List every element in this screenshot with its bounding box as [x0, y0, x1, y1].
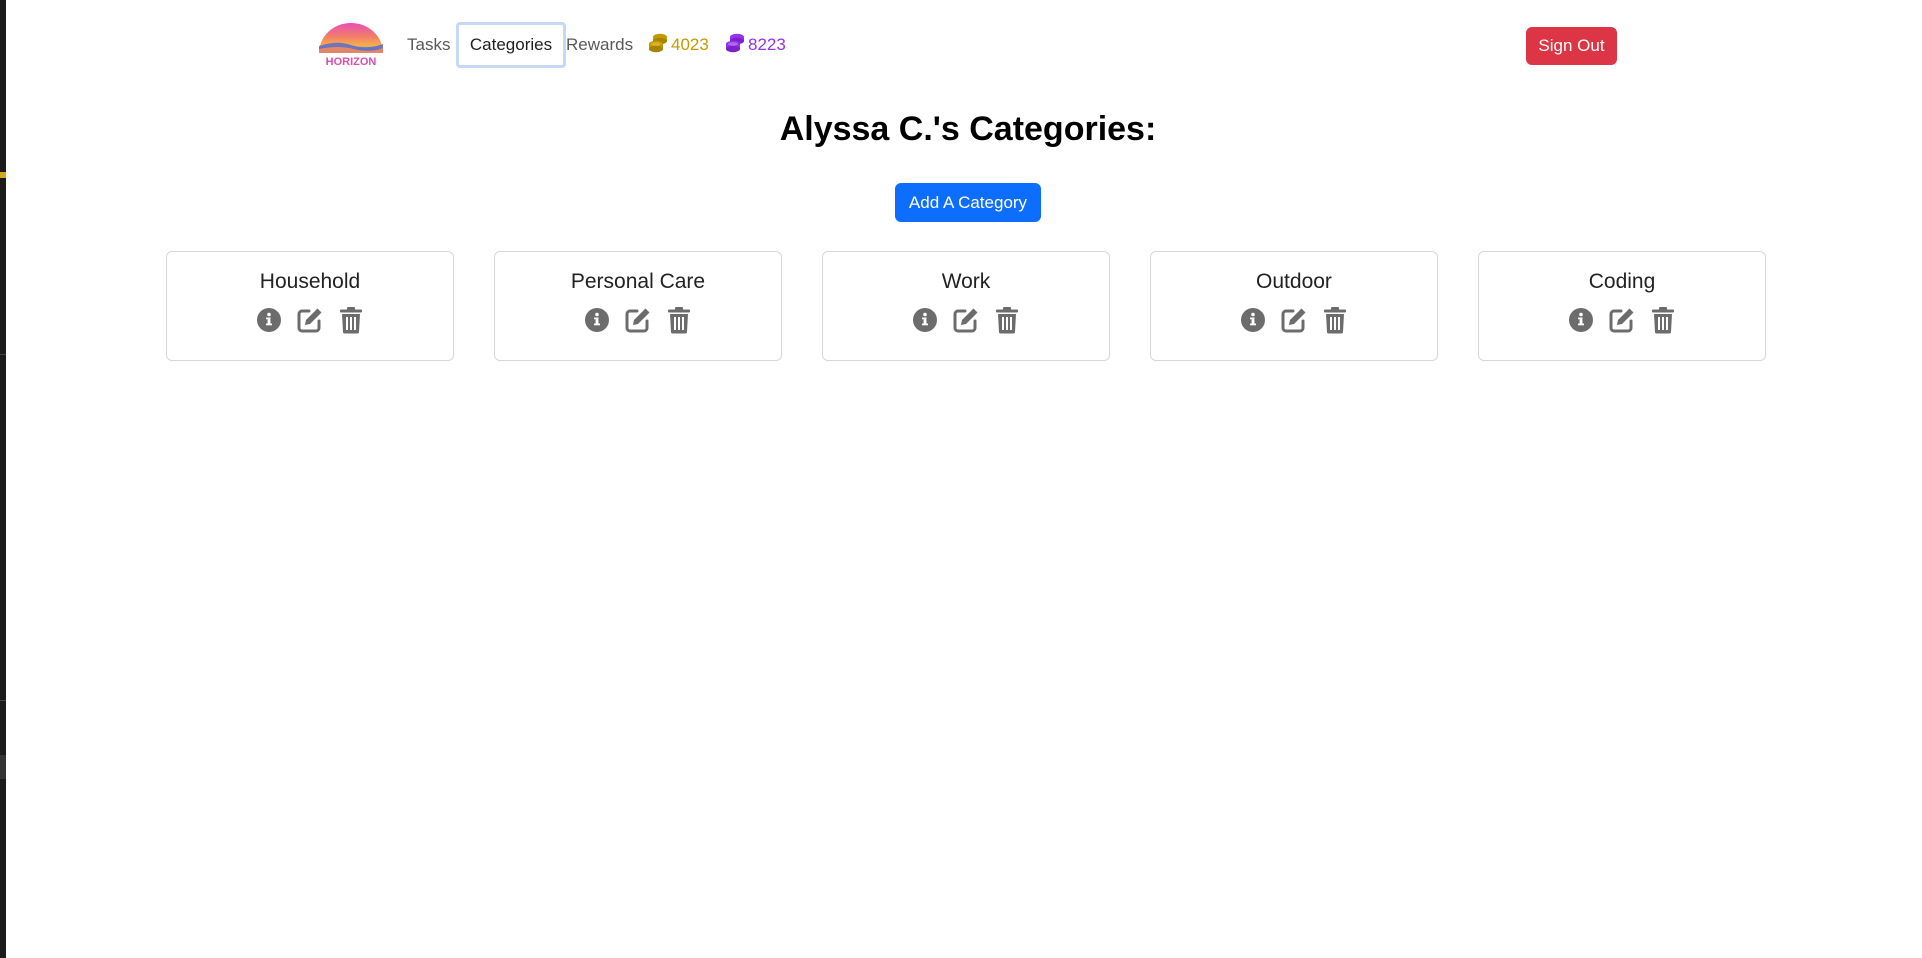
category-card-household: Household: [166, 251, 454, 361]
trash-icon[interactable]: [993, 306, 1021, 334]
edit-icon[interactable]: [1280, 306, 1308, 334]
category-actions: [495, 306, 781, 334]
coins-icon: [647, 32, 671, 59]
category-actions: [823, 306, 1109, 334]
info-icon[interactable]: [1567, 306, 1595, 334]
trash-icon[interactable]: [1321, 306, 1349, 334]
edge-divider: [0, 755, 6, 779]
category-actions: [1479, 306, 1765, 334]
category-name: Work: [941, 270, 991, 293]
nav-link-tasks[interactable]: Tasks: [407, 22, 450, 68]
edit-icon[interactable]: [624, 306, 652, 334]
trash-icon[interactable]: [337, 306, 365, 334]
edge-divider: [0, 354, 6, 355]
sign-out-button[interactable]: Sign Out: [1526, 27, 1617, 65]
category-name: Personal Care: [570, 270, 706, 293]
nav-link-categories[interactable]: Categories: [456, 22, 566, 68]
info-icon[interactable]: [1239, 306, 1267, 334]
trash-icon[interactable]: [1649, 306, 1677, 334]
gold-coin-balance: 4023: [647, 30, 709, 60]
category-card-personal-care: Personal Care: [494, 251, 782, 361]
edit-icon[interactable]: [296, 306, 324, 334]
info-icon[interactable]: [911, 306, 939, 334]
category-card-work: Work: [822, 251, 1110, 361]
edit-icon[interactable]: [1608, 306, 1636, 334]
top-navbar: HORIZON Tasks Categories Rewards 4023 82…: [0, 0, 1922, 92]
category-name: Household: [259, 270, 361, 293]
purple-coin-balance: 8223: [724, 30, 786, 60]
logo-text: HORIZON: [326, 56, 377, 68]
edge-marker: [0, 172, 6, 178]
category-actions: [1151, 306, 1437, 334]
category-actions: [167, 306, 453, 334]
edge-divider: [0, 700, 6, 701]
gold-coin-count: 4023: [671, 35, 709, 54]
category-name: Coding: [1588, 270, 1656, 293]
nav-link-rewards[interactable]: Rewards: [566, 22, 633, 68]
page-title: Alyssa C.'s Categories:: [779, 110, 1157, 148]
trash-icon[interactable]: [665, 306, 693, 334]
category-card-coding: Coding: [1478, 251, 1766, 361]
horizon-logo[interactable]: HORIZON: [318, 22, 384, 68]
info-icon[interactable]: [583, 306, 611, 334]
add-category-button[interactable]: Add A Category: [895, 183, 1041, 222]
category-card-outdoor: Outdoor: [1150, 251, 1438, 361]
category-name: Outdoor: [1256, 270, 1332, 293]
coins-icon: [724, 32, 748, 59]
category-cards: Household Personal Care Work Outdoor Cod…: [166, 251, 1766, 361]
info-icon[interactable]: [255, 306, 283, 334]
edit-icon[interactable]: [952, 306, 980, 334]
purple-coin-count: 8223: [748, 35, 786, 54]
